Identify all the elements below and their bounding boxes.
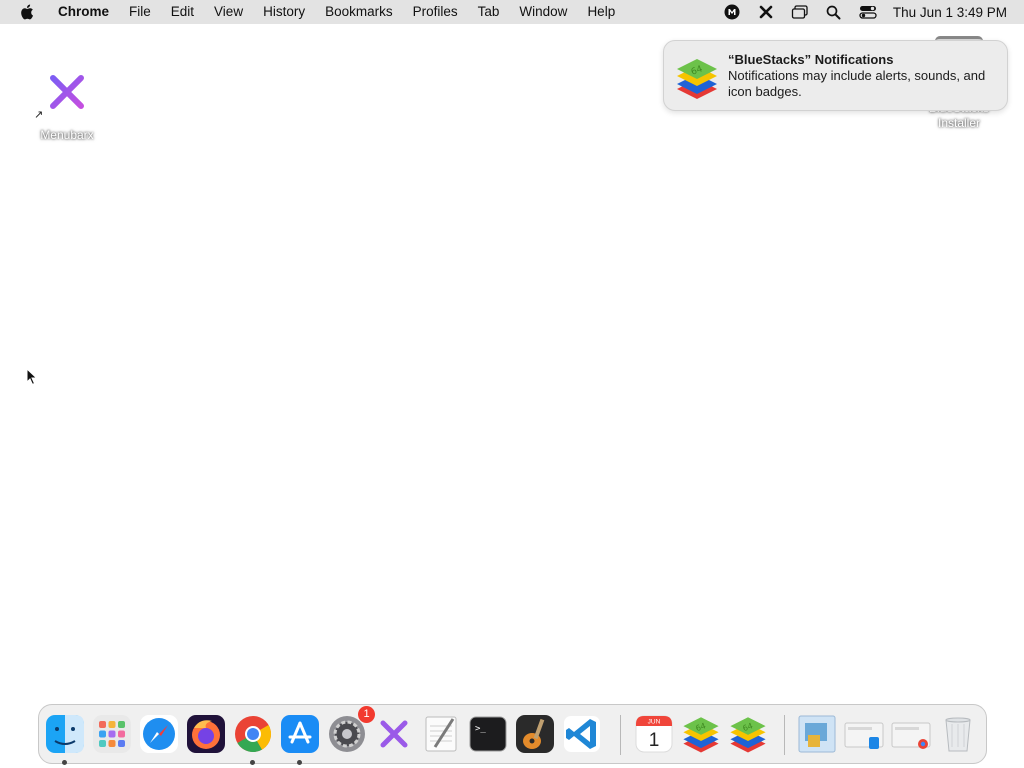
- menu-bar: Chrome File Edit View History Bookmarks …: [0, 0, 1024, 24]
- m-circle-icon[interactable]: [720, 0, 744, 24]
- menu-file[interactable]: File: [119, 0, 161, 24]
- chrome-icon: [235, 716, 272, 753]
- menubarx-icon: [380, 720, 408, 748]
- firefox-icon: [187, 715, 225, 753]
- mouse-pointer-icon: [26, 367, 38, 391]
- folder-stack-icon: [798, 715, 836, 753]
- dock-app-store[interactable]: [278, 712, 322, 765]
- spotlight-search-icon[interactable]: [822, 0, 846, 24]
- finder-icon: [46, 715, 84, 753]
- menubarx-x-icon[interactable]: [754, 0, 778, 24]
- launchpad-icon: [93, 715, 131, 753]
- menu-window[interactable]: Window: [509, 0, 577, 24]
- menubarx-app-icon: [43, 68, 91, 116]
- garageband-icon: [516, 715, 554, 753]
- calendar-month: JUN: [648, 719, 661, 726]
- bluestacks-icon: 64: [672, 53, 722, 103]
- alias-arrow-icon: ↗: [34, 109, 44, 121]
- dock-chrome[interactable]: [231, 712, 275, 765]
- menu-app-chrome[interactable]: Chrome: [52, 0, 119, 24]
- menu-edit[interactable]: Edit: [161, 0, 204, 24]
- dock-calendar[interactable]: JUN 1: [632, 712, 676, 756]
- menu-help[interactable]: Help: [577, 0, 625, 24]
- dock-downloads-stack[interactable]: [795, 712, 839, 756]
- dock-terminal[interactable]: >_: [466, 712, 510, 756]
- dock-system-preferences[interactable]: 1: [325, 706, 375, 756]
- document-stack-icon: [891, 722, 931, 749]
- dock-textedit[interactable]: [419, 712, 463, 756]
- dock-menubarx[interactable]: [372, 712, 416, 756]
- dock-documents-stack[interactable]: [842, 712, 886, 756]
- notification-body: Notifications may include alerts, sounds…: [728, 68, 986, 99]
- notification-banner[interactable]: 64 “BlueStacks” Notifications Notificati…: [663, 40, 1008, 111]
- dock-bluestacks[interactable]: 64: [679, 712, 723, 756]
- calendar-day: 1: [649, 730, 660, 751]
- control-center-icon[interactable]: [856, 0, 880, 24]
- desktop-icon-menubarx[interactable]: ↗ Menubarx: [32, 68, 102, 143]
- running-indicator: [62, 760, 67, 765]
- dock-separator: [620, 715, 621, 755]
- apple-menu-icon[interactable]: [17, 0, 37, 24]
- dock-bluestacks-2[interactable]: 64: [726, 712, 770, 756]
- trash-icon: [945, 717, 971, 752]
- dock-trash[interactable]: [936, 712, 980, 756]
- bluestacks-icon: 64: [730, 717, 766, 753]
- terminal-icon: >_: [469, 716, 507, 752]
- dock-garageband[interactable]: [513, 712, 557, 756]
- menu-view[interactable]: View: [204, 0, 253, 24]
- desktop-icon-label: Menubarx: [40, 128, 94, 142]
- menubar-clock[interactable]: Thu Jun 1 3:49 PM: [893, 5, 1007, 20]
- textedit-icon: [425, 716, 457, 752]
- status-area: Thu Jun 1 3:49 PM: [715, 0, 1024, 24]
- app-store-icon: [281, 715, 319, 753]
- dock-launchpad[interactable]: [90, 712, 134, 756]
- menu-history[interactable]: History: [253, 0, 315, 24]
- menu-bookmarks[interactable]: Bookmarks: [315, 0, 403, 24]
- safari-icon: [140, 715, 178, 753]
- notification-title: “BlueStacks” Notifications: [728, 52, 894, 67]
- running-indicator: [250, 760, 255, 765]
- dock-recent-stack[interactable]: [889, 712, 933, 756]
- terminal-prompt-text: >_: [475, 724, 486, 734]
- display-mirror-icon[interactable]: [788, 0, 812, 24]
- menu-tab[interactable]: Tab: [468, 0, 510, 24]
- calendar-icon: JUN 1: [635, 715, 673, 753]
- menu-profiles[interactable]: Profiles: [403, 0, 468, 24]
- running-indicator: [297, 760, 302, 765]
- dock-finder[interactable]: [43, 712, 87, 765]
- dock: 1 >_ JUN 1 64 64: [38, 704, 987, 765]
- document-stack-icon: [844, 722, 884, 749]
- dock-firefox[interactable]: [184, 712, 228, 756]
- dock-separator: [784, 715, 785, 755]
- bluestacks-icon: 64: [683, 717, 719, 753]
- notification-content: “BlueStacks” Notifications Notifications…: [728, 52, 993, 100]
- dock-vscode[interactable]: [560, 712, 604, 756]
- dock-safari[interactable]: [137, 712, 181, 756]
- vscode-icon: [564, 716, 600, 752]
